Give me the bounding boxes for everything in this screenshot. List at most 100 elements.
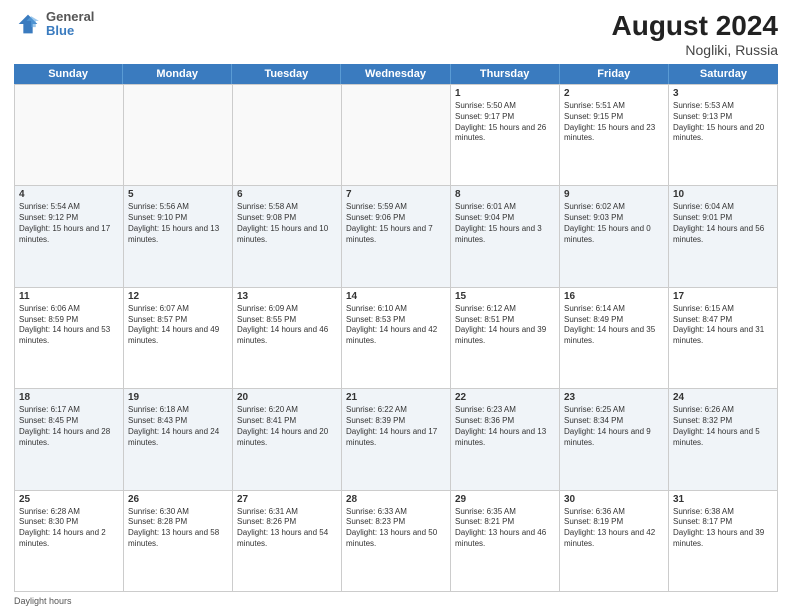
day-number: 11 [19, 291, 119, 302]
day-info: Sunrise: 6:35 AM Sunset: 8:21 PM Dayligh… [455, 507, 555, 550]
calendar-cell: 19Sunrise: 6:18 AM Sunset: 8:43 PM Dayli… [124, 389, 233, 490]
day-info: Sunrise: 6:07 AM Sunset: 8:57 PM Dayligh… [128, 304, 228, 347]
calendar-cell: 27 Sunrise: 6:31 AM Sunset: 8:26 PM Dayli… [233, 491, 342, 592]
cal-header-tuesday: Tuesday [232, 64, 341, 84]
day-info: Sunrise: 5:53 AM Sunset: 9:13 PM Dayligh… [673, 101, 773, 144]
day-number: 23 [564, 392, 664, 403]
day-number: 19 [128, 392, 228, 403]
day-number: 24 [673, 392, 773, 403]
calendar-row: 18 Sunrise: 6:17 AM Sunset: 8:45 PM Dayli… [15, 389, 778, 490]
day-number: 18 [19, 392, 119, 403]
calendar-cell: 25 Sunrise: 6:28 AM Sunset: 8:30 PM Dayli… [15, 491, 124, 592]
day-number: 12 [128, 291, 228, 302]
calendar-cell: 6Sunrise: 5:58 AM Sunset: 9:08 PM Daylig… [233, 186, 342, 287]
cal-header-saturday: Saturday [669, 64, 778, 84]
calendar-cell: 24Sunrise: 6:26 AM Sunset: 8:32 PM Dayli… [669, 389, 778, 490]
day-info: Sunrise: 5:59 AM Sunset: 9:06 PM Dayligh… [346, 202, 446, 245]
calendar-cell: 15 Sunrise: 6:12 AM Sunset: 8:51 PM Dayli… [451, 288, 560, 389]
calendar-row: 11 Sunrise: 6:06 AM Sunset: 8:59 PM Dayli… [15, 288, 778, 389]
calendar-cell [342, 85, 451, 186]
day-info: Sunrise: 6:31 AM Sunset: 8:26 PM Dayligh… [237, 507, 337, 550]
day-number: 25 [19, 494, 119, 505]
calendar-cell [124, 85, 233, 186]
day-number: 1 [455, 88, 555, 99]
day-info: Sunrise: 6:28 AM Sunset: 8:30 PM Dayligh… [19, 507, 119, 550]
calendar-cell: 7Sunrise: 5:59 AM Sunset: 9:06 PM Daylig… [342, 186, 451, 287]
calendar-subtitle: Nogliki, Russia [612, 42, 779, 58]
calendar-cell: 4 Sunrise: 5:54 AM Sunset: 9:12 PM Daylig… [15, 186, 124, 287]
title-block: August 2024 Nogliki, Russia [612, 10, 779, 58]
day-number: 3 [673, 88, 773, 99]
cal-header-friday: Friday [560, 64, 669, 84]
cal-header-sunday: Sunday [14, 64, 123, 84]
day-info: Sunrise: 6:12 AM Sunset: 8:51 PM Dayligh… [455, 304, 555, 347]
calendar-cell: 16 Sunrise: 6:14 AM Sunset: 8:49 PM Dayli… [560, 288, 669, 389]
calendar-cell: 29Sunrise: 6:35 AM Sunset: 8:21 PM Dayli… [451, 491, 560, 592]
day-number: 16 [564, 291, 664, 302]
calendar-cell: 18 Sunrise: 6:17 AM Sunset: 8:45 PM Dayli… [15, 389, 124, 490]
day-number: 15 [455, 291, 555, 302]
cal-header-wednesday: Wednesday [341, 64, 450, 84]
calendar: SundayMondayTuesdayWednesdayThursdayFrid… [14, 64, 778, 592]
calendar-cell: 23 Sunrise: 6:25 AM Sunset: 8:34 PM Dayli… [560, 389, 669, 490]
day-number: 2 [564, 88, 664, 99]
day-info: Sunrise: 6:09 AM Sunset: 8:55 PM Dayligh… [237, 304, 337, 347]
calendar-cell: 17 Sunrise: 6:15 AM Sunset: 8:47 PM Dayli… [669, 288, 778, 389]
page: General Blue August 2024 Nogliki, Russia… [0, 0, 792, 612]
day-info: Sunrise: 6:14 AM Sunset: 8:49 PM Dayligh… [564, 304, 664, 347]
calendar-cell: 26 Sunrise: 6:30 AM Sunset: 8:28 PM Dayli… [124, 491, 233, 592]
calendar-cell: 1 Sunrise: 5:50 AM Sunset: 9:17 PM Daylig… [451, 85, 560, 186]
calendar-cell: 9 Sunrise: 6:02 AM Sunset: 9:03 PM Daylig… [560, 186, 669, 287]
calendar-cell: 8Sunrise: 6:01 AM Sunset: 9:04 PM Daylig… [451, 186, 560, 287]
calendar-cell: 11 Sunrise: 6:06 AM Sunset: 8:59 PM Dayli… [15, 288, 124, 389]
calendar-row: 4 Sunrise: 5:54 AM Sunset: 9:12 PM Daylig… [15, 186, 778, 287]
logo-icon [14, 10, 42, 38]
day-number: 14 [346, 291, 446, 302]
header: General Blue August 2024 Nogliki, Russia [14, 10, 778, 58]
day-info: Sunrise: 5:56 AM Sunset: 9:10 PM Dayligh… [128, 202, 228, 245]
calendar-row: 25 Sunrise: 6:28 AM Sunset: 8:30 PM Dayli… [15, 491, 778, 592]
calendar-cell: 21Sunrise: 6:22 AM Sunset: 8:39 PM Dayli… [342, 389, 451, 490]
calendar-cell [233, 85, 342, 186]
day-number: 17 [673, 291, 773, 302]
calendar-body: 1 Sunrise: 5:50 AM Sunset: 9:17 PM Daylig… [14, 84, 778, 592]
calendar-title: August 2024 [612, 10, 779, 42]
cal-header-thursday: Thursday [451, 64, 560, 84]
day-number: 10 [673, 189, 773, 200]
day-number: 27 [237, 494, 337, 505]
day-info: Sunrise: 5:50 AM Sunset: 9:17 PM Dayligh… [455, 101, 555, 144]
day-info: Sunrise: 6:01 AM Sunset: 9:04 PM Dayligh… [455, 202, 555, 245]
day-info: Sunrise: 6:15 AM Sunset: 8:47 PM Dayligh… [673, 304, 773, 347]
day-number: 21 [346, 392, 446, 403]
day-number: 26 [128, 494, 228, 505]
calendar-cell: 3 Sunrise: 5:53 AM Sunset: 9:13 PM Daylig… [669, 85, 778, 186]
calendar-header: SundayMondayTuesdayWednesdayThursdayFrid… [14, 64, 778, 84]
day-number: 4 [19, 189, 119, 200]
calendar-cell: 20Sunrise: 6:20 AM Sunset: 8:41 PM Dayli… [233, 389, 342, 490]
day-number: 6 [237, 189, 337, 200]
day-number: 9 [564, 189, 664, 200]
day-info: Sunrise: 6:30 AM Sunset: 8:28 PM Dayligh… [128, 507, 228, 550]
calendar-cell: 12 Sunrise: 6:07 AM Sunset: 8:57 PM Dayli… [124, 288, 233, 389]
day-number: 28 [346, 494, 446, 505]
calendar-cell: 30Sunrise: 6:36 AM Sunset: 8:19 PM Dayli… [560, 491, 669, 592]
day-info: Sunrise: 6:04 AM Sunset: 9:01 PM Dayligh… [673, 202, 773, 245]
calendar-cell: 14 Sunrise: 6:10 AM Sunset: 8:53 PM Dayli… [342, 288, 451, 389]
logo: General Blue [14, 10, 94, 39]
day-number: 31 [673, 494, 773, 505]
day-info: Sunrise: 6:02 AM Sunset: 9:03 PM Dayligh… [564, 202, 664, 245]
calendar-cell: 28Sunrise: 6:33 AM Sunset: 8:23 PM Dayli… [342, 491, 451, 592]
day-number: 30 [564, 494, 664, 505]
day-info: Sunrise: 6:17 AM Sunset: 8:45 PM Dayligh… [19, 405, 119, 448]
calendar-cell: 13 Sunrise: 6:09 AM Sunset: 8:55 PM Dayli… [233, 288, 342, 389]
day-info: Sunrise: 6:06 AM Sunset: 8:59 PM Dayligh… [19, 304, 119, 347]
day-info: Sunrise: 6:25 AM Sunset: 8:34 PM Dayligh… [564, 405, 664, 448]
day-number: 13 [237, 291, 337, 302]
calendar-cell [15, 85, 124, 186]
calendar-row: 1 Sunrise: 5:50 AM Sunset: 9:17 PM Daylig… [15, 85, 778, 186]
logo-blue: Blue [46, 24, 94, 38]
day-info: Sunrise: 6:10 AM Sunset: 8:53 PM Dayligh… [346, 304, 446, 347]
day-number: 20 [237, 392, 337, 403]
footer-note: Daylight hours [14, 596, 778, 606]
day-info: Sunrise: 5:54 AM Sunset: 9:12 PM Dayligh… [19, 202, 119, 245]
